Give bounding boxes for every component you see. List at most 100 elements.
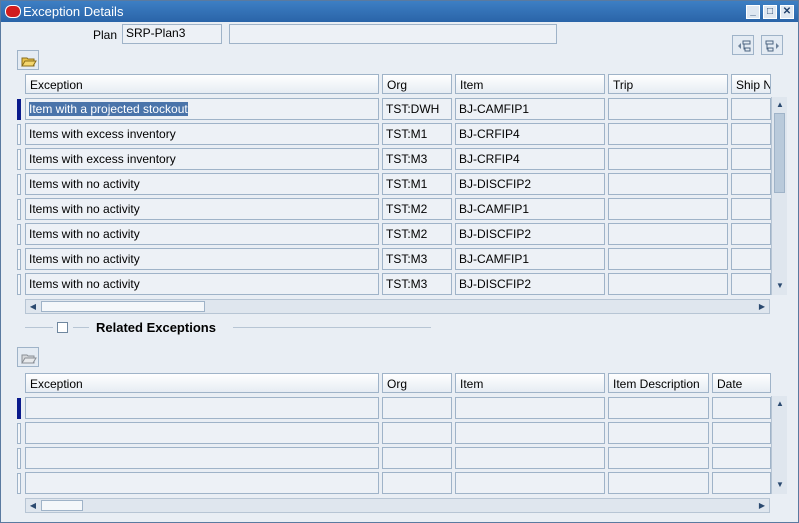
col-header-item-description[interactable]: Item Description <box>608 373 709 393</box>
exception-cell[interactable] <box>25 422 379 444</box>
org-cell[interactable]: TST:M1 <box>382 123 452 145</box>
scroll-right-arrow-icon[interactable]: ▶ <box>755 499 769 512</box>
item-cell[interactable] <box>455 472 605 494</box>
open-folder-button-bottom[interactable] <box>17 347 39 367</box>
exception-cell[interactable]: Items with excess inventory <box>25 148 379 170</box>
trip-cell[interactable] <box>608 273 728 295</box>
org-cell[interactable]: TST:DWH <box>382 98 452 120</box>
org-cell[interactable]: TST:M3 <box>382 248 452 270</box>
trip-cell[interactable] <box>608 248 728 270</box>
row-indicator[interactable] <box>17 124 21 145</box>
scroll-up-arrow-icon[interactable]: ▲ <box>773 98 787 112</box>
item-cell[interactable]: BJ-DISCFIP2 <box>455 173 605 195</box>
trip-cell[interactable] <box>608 148 728 170</box>
maximize-button[interactable]: □ <box>763 5 777 19</box>
row-indicator[interactable] <box>17 249 21 270</box>
scroll-left-arrow-icon[interactable]: ◀ <box>26 300 40 313</box>
trip-cell[interactable] <box>608 223 728 245</box>
trip-cell[interactable] <box>608 98 728 120</box>
item-cell[interactable]: BJ-DISCFIP2 <box>455 223 605 245</box>
minimize-button[interactable]: _ <box>746 5 760 19</box>
ship-cell[interactable] <box>731 148 771 170</box>
related-exceptions-checkbox[interactable] <box>57 322 68 333</box>
col-header-item[interactable]: Item <box>455 74 605 94</box>
top-grid-horizontal-scrollbar[interactable]: ◀ ▶ <box>25 299 770 314</box>
row-indicator-current[interactable] <box>17 99 21 120</box>
row-indicator[interactable] <box>17 224 21 245</box>
org-cell[interactable] <box>382 472 452 494</box>
row-indicator[interactable] <box>17 174 21 195</box>
row-indicator[interactable] <box>17 274 21 295</box>
trip-cell[interactable] <box>608 198 728 220</box>
col-header-trip[interactable]: Trip <box>608 74 728 94</box>
org-cell[interactable]: TST:M1 <box>382 173 452 195</box>
ship-cell[interactable] <box>731 98 771 120</box>
org-cell[interactable] <box>382 447 452 469</box>
table-row-exception-cell[interactable]: Item with a projected stockout <box>25 98 379 120</box>
row-indicator[interactable] <box>17 448 21 469</box>
row-indicator-current[interactable] <box>17 398 21 419</box>
row-indicator[interactable] <box>17 473 21 494</box>
plan-description-field[interactable] <box>229 24 557 44</box>
item-description-cell[interactable] <box>608 447 709 469</box>
col-header-item[interactable]: Item <box>455 373 605 393</box>
date-cell[interactable] <box>712 422 771 444</box>
item-cell[interactable] <box>455 422 605 444</box>
item-cell[interactable]: BJ-CRFIP4 <box>455 148 605 170</box>
row-indicator[interactable] <box>17 199 21 220</box>
scroll-left-arrow-icon[interactable]: ◀ <box>26 499 40 512</box>
date-cell[interactable] <box>712 447 771 469</box>
open-folder-button[interactable] <box>17 50 39 70</box>
item-description-cell[interactable] <box>608 472 709 494</box>
col-header-org[interactable]: Org <box>382 373 452 393</box>
scroll-up-arrow-icon[interactable]: ▲ <box>773 397 787 411</box>
scroll-down-arrow-icon[interactable]: ▼ <box>773 279 787 293</box>
scroll-thumb[interactable] <box>774 113 785 193</box>
item-description-cell[interactable] <box>608 397 709 419</box>
exception-cell[interactable] <box>25 397 379 419</box>
item-cell[interactable] <box>455 397 605 419</box>
scroll-down-arrow-icon[interactable]: ▼ <box>773 478 787 492</box>
ship-cell[interactable] <box>731 273 771 295</box>
trip-cell[interactable] <box>608 123 728 145</box>
col-header-exception[interactable]: Exception <box>25 373 379 393</box>
exception-cell[interactable]: Items with no activity <box>25 198 379 220</box>
org-cell[interactable]: TST:M2 <box>382 198 452 220</box>
date-cell[interactable] <box>712 472 771 494</box>
title-bar[interactable]: Exception Details _ □ ✕ <box>1 1 798 22</box>
bottom-grid-horizontal-scrollbar[interactable]: ◀ ▶ <box>25 498 770 513</box>
trip-cell[interactable] <box>608 173 728 195</box>
plan-field[interactable]: SRP-Plan3 <box>122 24 222 44</box>
exception-cell[interactable] <box>25 472 379 494</box>
ship-cell[interactable] <box>731 198 771 220</box>
ship-cell[interactable] <box>731 173 771 195</box>
exception-cell[interactable] <box>25 447 379 469</box>
item-cell[interactable]: BJ-CAMFIP1 <box>455 198 605 220</box>
close-button[interactable]: ✕ <box>780 5 794 19</box>
row-indicator[interactable] <box>17 423 21 444</box>
row-indicator[interactable] <box>17 149 21 170</box>
item-cell[interactable]: BJ-CAMFIP1 <box>455 98 605 120</box>
item-cell[interactable]: BJ-DISCFIP2 <box>455 273 605 295</box>
col-header-ship[interactable]: Ship N <box>731 74 771 94</box>
org-cell[interactable] <box>382 422 452 444</box>
scroll-right-arrow-icon[interactable]: ▶ <box>755 300 769 313</box>
collapse-button[interactable] <box>761 35 783 55</box>
bottom-grid-vertical-scrollbar[interactable]: ▲ ▼ <box>771 396 787 494</box>
org-cell[interactable] <box>382 397 452 419</box>
org-cell[interactable]: TST:M3 <box>382 273 452 295</box>
ship-cell[interactable] <box>731 248 771 270</box>
scroll-thumb[interactable] <box>41 500 83 511</box>
ship-cell[interactable] <box>731 123 771 145</box>
col-header-org[interactable]: Org <box>382 74 452 94</box>
exception-cell[interactable]: Items with no activity <box>25 223 379 245</box>
scroll-thumb[interactable] <box>41 301 205 312</box>
exception-cell[interactable]: Items with no activity <box>25 248 379 270</box>
ship-cell[interactable] <box>731 223 771 245</box>
org-cell[interactable]: TST:M2 <box>382 223 452 245</box>
exception-cell[interactable]: Items with no activity <box>25 273 379 295</box>
top-grid-vertical-scrollbar[interactable]: ▲ ▼ <box>771 97 787 295</box>
item-cell[interactable]: BJ-CRFIP4 <box>455 123 605 145</box>
item-cell[interactable]: BJ-CAMFIP1 <box>455 248 605 270</box>
item-cell[interactable] <box>455 447 605 469</box>
